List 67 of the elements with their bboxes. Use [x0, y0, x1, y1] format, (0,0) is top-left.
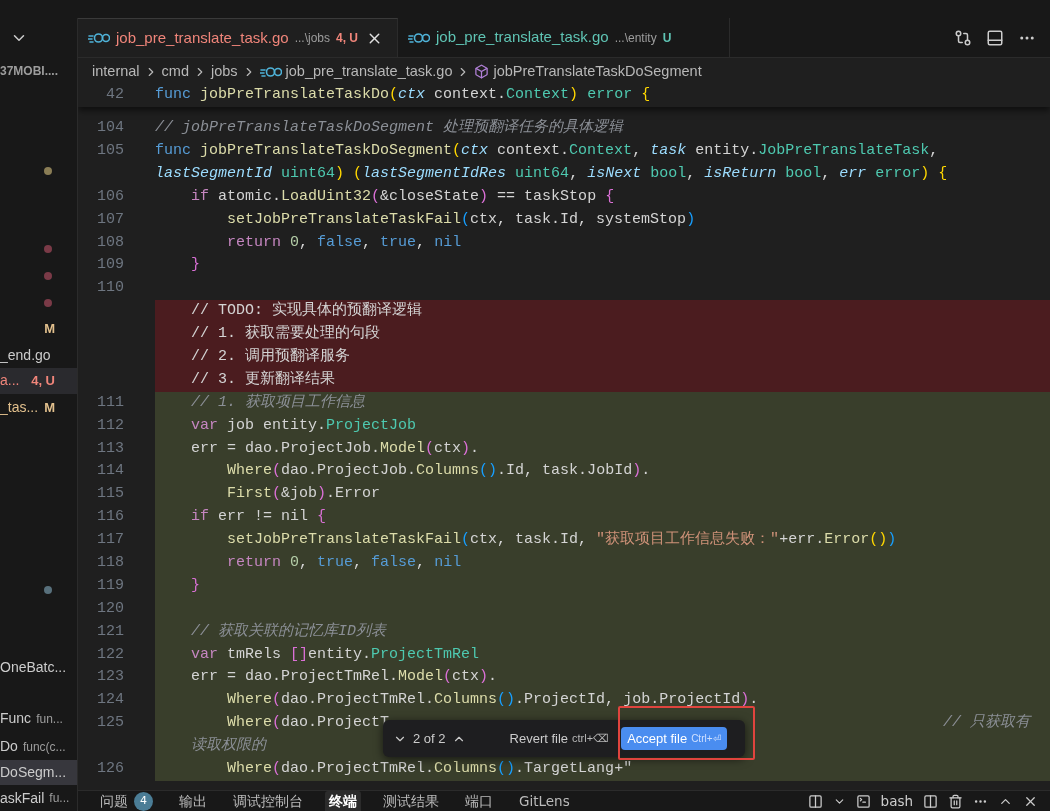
line-number: 106	[97, 186, 124, 207]
panel-tab[interactable]: 输出	[175, 791, 211, 811]
panel-tab[interactable]: 终端	[325, 791, 361, 811]
line-number: 121	[97, 621, 124, 642]
trash-icon[interactable]	[948, 793, 963, 809]
line-number: 118	[97, 553, 124, 573]
outline-item[interactable]: OneBatc...	[0, 654, 77, 681]
split-icon[interactable]	[807, 793, 823, 809]
line-number: 108	[97, 232, 124, 253]
explorer-header: 37MOBI....	[0, 63, 58, 80]
panel-tab[interactable]: 问题 4	[96, 791, 157, 811]
line-number: 110	[97, 278, 124, 299]
panel-tab[interactable]: 调试控制台	[229, 791, 307, 811]
terminal-icon[interactable]	[855, 793, 871, 809]
layout-icon[interactable]	[986, 28, 1004, 47]
file-item[interactable]: a... 4, U	[0, 367, 77, 394]
line-number: 111	[97, 392, 124, 413]
code-line: if atomic.LoadUint32(&closeState) == taskStop {	[190, 186, 616, 207]
line-number: 113	[97, 438, 124, 459]
go-file-icon	[88, 32, 110, 44]
panel-tab[interactable]: 端口	[461, 791, 497, 811]
line-number: 125	[97, 713, 124, 734]
line-number: 114	[97, 461, 124, 482]
line-number: 126	[97, 759, 124, 779]
file-item[interactable]: M	[0, 315, 77, 342]
code-line: lastSegmentId uint64) (lastSegmentIdRes uint64, isNext bool, isReturn bool, err error) {	[155, 163, 949, 184]
line-number: 115	[97, 484, 124, 505]
file-item[interactable]: _tas... M	[0, 394, 77, 421]
go-file-icon	[259, 65, 282, 78]
line-number: 117	[97, 530, 124, 551]
line-number: 107	[97, 209, 124, 230]
code-line: return 0, false, true, nil	[226, 232, 463, 253]
outline-item[interactable]: DoSegm...	[0, 759, 77, 786]
line-number: 120	[97, 598, 124, 619]
breadcrumb-item[interactable]: jobPreTranslateTaskDoSegment	[493, 60, 702, 83]
line-number: 124	[97, 690, 124, 711]
line-number: 116	[97, 507, 124, 528]
outline-item[interactable]: Do func(c...	[0, 733, 77, 760]
go-file-icon	[408, 31, 430, 44]
outline-item[interactable]: askFail fu...	[0, 785, 77, 811]
line-number: 122	[97, 644, 124, 665]
code-line: func jobPreTranslateTaskDoSegment(ctx context.Context, task entity.JobPreTranslateTask,	[155, 140, 940, 161]
outline-item[interactable]: Func fun...	[0, 706, 77, 732]
line-number: 119	[97, 575, 124, 596]
breadcrumb-item[interactable]: internal	[92, 60, 140, 83]
code-line: }	[190, 255, 201, 276]
code-line: func jobPreTranslateTaskDo(ctx context.Context) error {	[155, 85, 652, 106]
shell-name[interactable]: bash	[880, 790, 913, 811]
panel-tab[interactable]: 测试结果	[379, 791, 443, 811]
split-icon[interactable]	[923, 793, 938, 809]
editor-tab[interactable]: job_pre_translate_task.go ...\entity U	[398, 18, 730, 57]
cube-icon	[474, 64, 490, 79]
editor-tab[interactable]: job_pre_translate_task.go ...\jobs 4, U	[78, 18, 398, 57]
line-number: 104	[97, 118, 124, 139]
line-number: 112	[97, 415, 124, 436]
code-line: // jobPreTranslateTaskDoSegment 处理预翻译任务的具体逻辑	[155, 117, 625, 139]
line-number: 42	[106, 85, 124, 106]
line-number: 123	[97, 667, 124, 688]
compare-icon[interactable]	[954, 28, 972, 47]
line-number: 105	[97, 140, 124, 161]
panel-tab[interactable]: GitLens	[515, 791, 574, 811]
breadcrumb-item[interactable]: jobs	[210, 60, 238, 83]
breadcrumb-item[interactable]: job_pre_translate_task.go	[285, 60, 453, 83]
line-number: 109	[97, 255, 124, 276]
file-item[interactable]: _end.go	[0, 342, 77, 368]
breadcrumb-item[interactable]: cmd	[161, 60, 189, 83]
code-line: setJobPreTranslateTaskFail(ctx, task.Id, systemStop)	[226, 209, 697, 230]
